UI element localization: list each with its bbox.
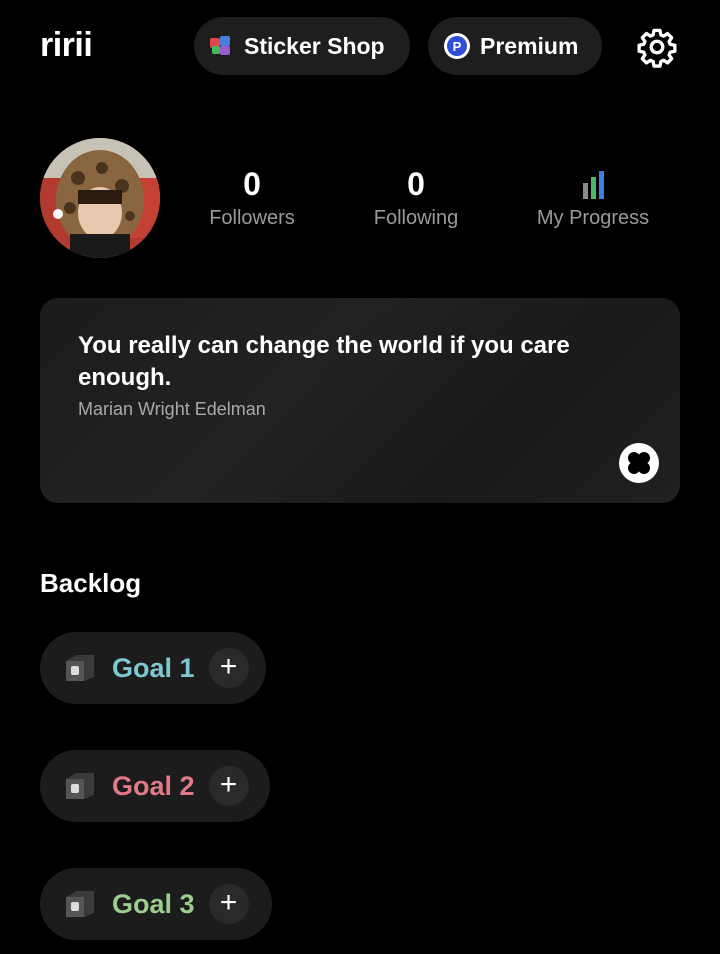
- settings-button[interactable]: [636, 26, 678, 68]
- goal-label: Goal 2: [112, 770, 195, 801]
- following-label: Following: [373, 207, 459, 229]
- following-stat[interactable]: 0 Following: [356, 165, 476, 230]
- my-progress-button[interactable]: My Progress: [520, 165, 666, 230]
- premium-icon: P: [444, 33, 470, 59]
- my-progress-label: My Progress: [536, 207, 650, 229]
- goal-label: Goal 1: [112, 652, 195, 683]
- quote-text: You really can change the world if you c…: [78, 332, 570, 391]
- add-goal-item-button[interactable]: +: [208, 766, 249, 806]
- followers-count: 0: [243, 166, 261, 202]
- sticker-shop-label: Sticker Shop: [244, 32, 385, 59]
- premium-button[interactable]: P Premium: [428, 17, 602, 75]
- app-title: ririi: [40, 26, 93, 64]
- gear-icon: [637, 28, 677, 68]
- add-goal-item-button[interactable]: +: [208, 884, 249, 924]
- goal-item-1[interactable]: Goal 1 +: [40, 632, 266, 704]
- goal-item-2[interactable]: Goal 2 +: [40, 750, 270, 822]
- goal-folder-icon: [66, 773, 94, 799]
- goal-folder-icon: [66, 655, 94, 681]
- goal-label: Goal 3: [112, 888, 195, 919]
- quote-card: You really can change the world if you c…: [40, 298, 680, 503]
- bar-chart-icon: [520, 165, 666, 203]
- followers-label: Followers: [209, 207, 295, 229]
- goal-folder-icon: [66, 891, 94, 917]
- sticker-shop-button[interactable]: Sticker Shop: [194, 17, 410, 75]
- avatar[interactable]: [40, 138, 160, 258]
- sticker-shop-icon: [210, 36, 232, 56]
- followers-stat[interactable]: 0 Followers: [192, 165, 312, 230]
- avatar-image: [40, 138, 160, 258]
- shuffle-icon: [628, 452, 650, 474]
- following-count: 0: [407, 166, 425, 202]
- premium-label: Premium: [480, 32, 579, 59]
- backlog-title: Backlog: [40, 568, 142, 598]
- add-goal-item-button[interactable]: +: [208, 648, 249, 688]
- goal-item-3[interactable]: Goal 3 +: [40, 868, 272, 940]
- quote-author: Marian Wright Edelman: [78, 399, 266, 419]
- shuffle-quote-button[interactable]: [619, 443, 659, 483]
